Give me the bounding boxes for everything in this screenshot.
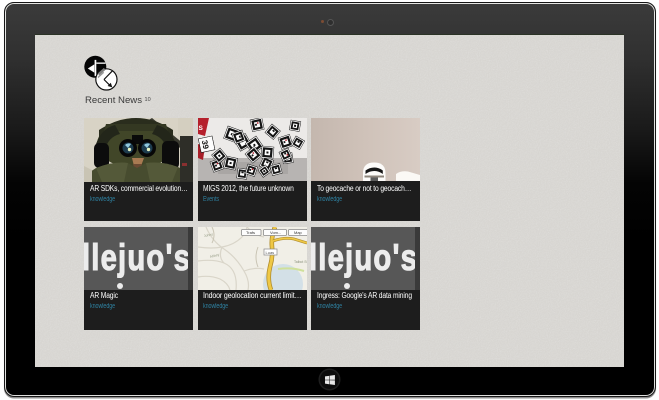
svg-text:Trafs: Trafs (246, 230, 255, 235)
svg-text:Talbot St: Talbot St (294, 260, 307, 264)
svg-text:Map: Map (294, 230, 303, 235)
svg-text:Vom...: Vom... (270, 230, 281, 235)
svg-text:S: S (198, 125, 203, 132)
svg-text:Luas: Luas (265, 250, 274, 255)
